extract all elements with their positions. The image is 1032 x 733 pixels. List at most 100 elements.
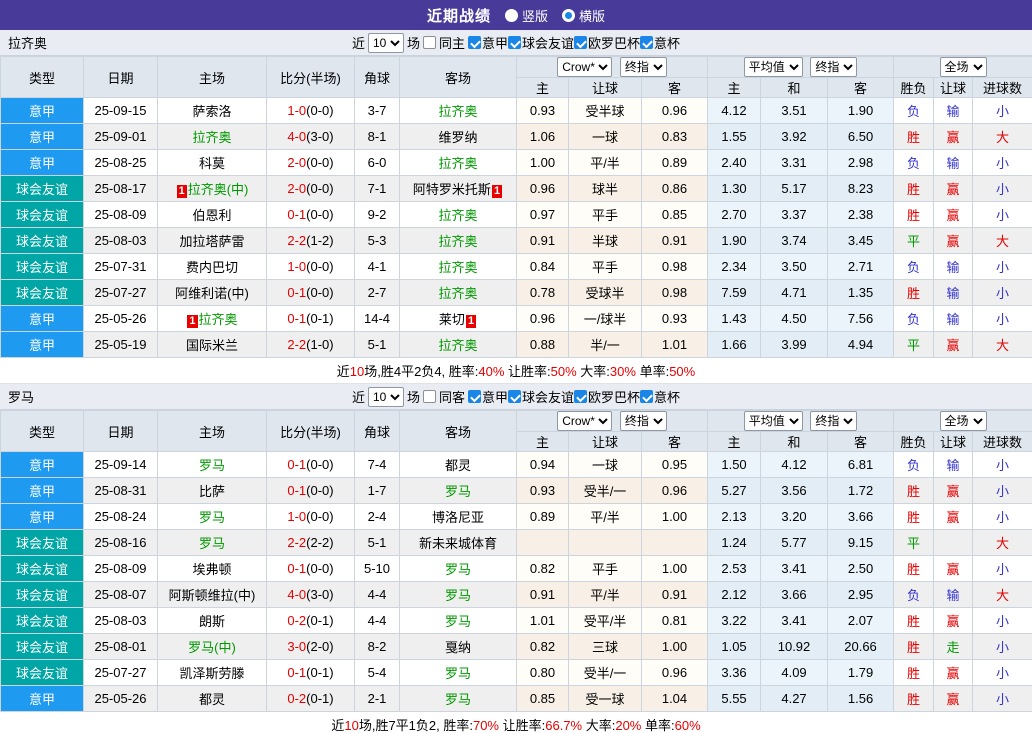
home-team-link[interactable]: 阿斯顿维拉(中): [169, 588, 256, 603]
home-team-link[interactable]: 罗马: [199, 536, 225, 551]
away-team-link[interactable]: 拉齐奥: [438, 104, 477, 119]
away-team-link[interactable]: 罗马: [445, 588, 471, 603]
home-team-link[interactable]: 凯泽斯劳滕: [179, 666, 244, 681]
hdp-time-select[interactable]: 终指: [619, 411, 667, 431]
same-venue-checkbox[interactable]: [422, 36, 436, 49]
cell-match-result: 负: [893, 97, 935, 124]
radio-vertical-layout[interactable]: 竖版: [504, 6, 548, 25]
cell-date: 25-08-07: [83, 581, 158, 608]
home-team-link[interactable]: 都灵: [199, 692, 225, 707]
home-team-link[interactable]: 拉齐奥(中): [188, 182, 249, 197]
competition-filter[interactable]: 意杯: [640, 33, 680, 52]
home-team-link[interactable]: 科莫: [199, 156, 225, 171]
cell-eu-home-odds: 5.27: [707, 477, 762, 504]
radio-icon[interactable]: [562, 8, 575, 22]
away-team-link[interactable]: 阿特罗米托斯: [413, 182, 491, 197]
away-team-link[interactable]: 罗马: [445, 692, 471, 707]
competition-filter[interactable]: 欧罗巴杯: [574, 33, 640, 52]
away-team-link[interactable]: 莱切: [439, 312, 465, 327]
cell-eu-home-odds: 4.12: [707, 97, 762, 124]
competition-filter[interactable]: 意甲: [467, 33, 508, 52]
away-team-link[interactable]: 拉齐奥: [438, 208, 477, 223]
home-team-link[interactable]: 国际米兰: [186, 338, 238, 353]
cell-goals-result: 小: [972, 555, 1032, 582]
cell-hdp-line: 一球: [568, 451, 642, 478]
home-team-link[interactable]: 费内巴切: [186, 260, 238, 275]
competition-filter[interactable]: 意甲: [467, 387, 508, 406]
home-team-link[interactable]: 拉齐奥: [192, 130, 231, 145]
scope-select[interactable]: 全场: [939, 57, 987, 77]
home-team-link[interactable]: 埃弗顿: [192, 562, 231, 577]
home-team-link[interactable]: 阿维利诺(中): [175, 286, 249, 301]
cell-match-result: 胜: [893, 685, 935, 712]
hdp-time-select[interactable]: 终指: [619, 57, 667, 77]
cell-goals-result: 小: [972, 633, 1032, 660]
away-team-link[interactable]: 戛纳: [445, 640, 471, 655]
match-count-select[interactable]: 10: [367, 32, 404, 53]
checkbox-icon[interactable]: [574, 36, 588, 49]
eu-time-select[interactable]: 终指: [810, 57, 858, 77]
home-team-link[interactable]: 比萨: [199, 484, 225, 499]
cell-corners: 8-1: [354, 123, 400, 150]
eu-company-select[interactable]: 平均值: [743, 57, 803, 77]
fulltime-score: 2-2: [287, 535, 307, 550]
competition-label: 意杯: [654, 390, 681, 405]
competition-filter[interactable]: 球会友谊: [508, 33, 574, 52]
away-team-link[interactable]: 罗马: [445, 484, 471, 499]
hdp-company-select[interactable]: Crow*: [557, 411, 613, 431]
cell-hdp-line: 球半: [568, 175, 642, 202]
radio-horizontal-layout[interactable]: 横版: [562, 6, 605, 25]
home-team-link[interactable]: 加拉塔萨雷: [179, 234, 244, 249]
home-team-link[interactable]: 罗马: [199, 510, 225, 525]
away-team-link[interactable]: 博洛尼亚: [432, 510, 484, 525]
cell-handicap-result: 输: [933, 149, 974, 176]
hdp-company-select[interactable]: Crow*: [557, 57, 613, 77]
cell-hdp-line: 受半球: [568, 97, 642, 124]
col-hdp-line: 让球: [568, 431, 642, 452]
competition-filter[interactable]: 球会友谊: [508, 387, 574, 406]
away-team-link[interactable]: 拉齐奥: [438, 156, 477, 171]
checkbox-icon[interactable]: [640, 390, 654, 403]
checkbox-icon[interactable]: [508, 36, 521, 49]
home-team-link[interactable]: 罗马: [199, 458, 225, 473]
checkbox-icon[interactable]: [574, 390, 588, 403]
cell-eu-draw-odds: 3.20: [760, 503, 829, 530]
home-team-link[interactable]: 萨索洛: [192, 104, 231, 119]
checkbox-icon[interactable]: [508, 390, 521, 403]
same-venue-checkbox[interactable]: [422, 390, 436, 403]
cell-date: 25-08-24: [83, 503, 158, 530]
cell-goals-result: 小: [972, 279, 1032, 306]
home-team-link[interactable]: 伯恩利: [192, 208, 231, 223]
match-row: 球会友谊 25-08-16 罗马 2-2(2-2) 5-1 新未来城体育 1.24 5.77 9…: [0, 529, 1032, 556]
away-team-link[interactable]: 拉齐奥: [438, 234, 477, 249]
away-team-link[interactable]: 拉齐奥: [438, 338, 477, 353]
scope-select[interactable]: 全场: [939, 411, 987, 431]
competition-filter[interactable]: 意杯: [640, 387, 680, 406]
checkbox-icon[interactable]: [640, 36, 654, 49]
col-hdp-home: 主: [516, 77, 569, 98]
match-row: 意甲 25-08-25 科莫 2-0(0-0) 6-0 拉齐奥 1.00 平/半 0.89 2.4…: [0, 149, 1032, 176]
checkbox-icon[interactable]: [467, 390, 481, 403]
away-team-link[interactable]: 拉齐奥: [438, 260, 477, 275]
away-team-link[interactable]: 罗马: [445, 614, 471, 629]
cell-home-team: 凯泽斯劳滕: [157, 659, 267, 686]
eu-time-select[interactable]: 终指: [810, 411, 858, 431]
away-team-link[interactable]: 罗马: [445, 562, 471, 577]
away-team-link[interactable]: 新未来城体育: [419, 536, 497, 551]
checkbox-icon[interactable]: [467, 36, 481, 49]
away-team-link[interactable]: 维罗纳: [438, 130, 477, 145]
cell-eu-away-odds: 2.50: [827, 555, 895, 582]
eu-company-select[interactable]: 平均值: [743, 411, 803, 431]
match-count-select[interactable]: 10: [367, 386, 404, 407]
away-team-link[interactable]: 罗马: [445, 666, 471, 681]
competition-filter[interactable]: 欧罗巴杯: [574, 387, 640, 406]
col-home: 主场: [157, 410, 267, 452]
away-team-link[interactable]: 拉齐奥: [438, 286, 477, 301]
cell-hdp-home-odds: 0.85: [516, 685, 569, 712]
radio-icon[interactable]: [504, 8, 518, 22]
home-team-link[interactable]: 朗斯: [199, 614, 225, 629]
cell-goals-result: 小: [972, 451, 1032, 478]
away-team-link[interactable]: 都灵: [445, 458, 471, 473]
home-team-link[interactable]: 拉齐奥: [199, 312, 238, 327]
home-team-link[interactable]: 罗马(中): [188, 640, 236, 655]
